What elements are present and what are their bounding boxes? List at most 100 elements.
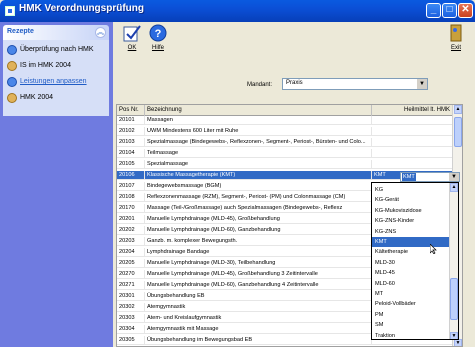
dropdown-option[interactable]: PM	[372, 310, 450, 320]
cell-pos: 20205	[117, 259, 145, 268]
cell-pos: 20102	[117, 127, 145, 136]
check-document-icon	[7, 45, 17, 55]
title-bar[interactable]: HMK Verordnungsprüfung _ □ ✕	[0, 0, 475, 22]
mouse-pointer-icon	[430, 244, 437, 254]
task-pane-title: Rezepte	[7, 28, 34, 35]
dropdown-option[interactable]: KG-ZNS	[372, 227, 450, 237]
cell-pos: 20305	[117, 336, 145, 345]
cell-heilmittel[interactable]	[372, 138, 454, 147]
cell-bezeichnung: Massage (Teil-/Großmassage) auch Spezial…	[145, 204, 372, 213]
table-row[interactable]: 20101 Massagen	[117, 116, 454, 125]
table-row[interactable]: 20105 Spezialmassage	[117, 160, 454, 169]
scroll-down-icon[interactable]: ▼	[454, 339, 462, 346]
dropdown-option[interactable]: Kältetherapie	[372, 247, 450, 257]
app-icon	[5, 6, 15, 16]
mandant-value: Praxis	[286, 80, 303, 86]
cell-heilmittel[interactable]	[372, 116, 454, 125]
heilmittel-combo[interactable]: KMT ▼	[400, 172, 460, 182]
cell-pos: 20103	[117, 138, 145, 147]
exit-button[interactable]: Exit	[445, 24, 467, 51]
collapse-chevron-icon[interactable]: ︽	[95, 27, 106, 38]
sidebar-item-ueberpruefung[interactable]: Überprüfung nach HMK	[7, 44, 107, 56]
toolbar: OK ? Hilfe Exit	[113, 22, 475, 60]
scroll-down-icon[interactable]: ▼	[450, 332, 458, 339]
dropdown-option[interactable]: MT	[372, 289, 450, 299]
cell-pos: 20271	[117, 281, 145, 290]
cell-heilmittel[interactable]	[372, 127, 454, 136]
help-button[interactable]: ? Hilfe	[147, 24, 169, 51]
cell-pos: 20204	[117, 248, 145, 257]
dropdown-option[interactable]: SM	[372, 320, 450, 330]
help-label: Hilfe	[151, 45, 164, 51]
exit-door-icon	[450, 24, 462, 42]
cell-heilmittel[interactable]	[372, 149, 454, 158]
sidebar-item-label: HMK 2004	[20, 94, 54, 101]
cell-bezeichnung: Atemgymnastik mit Massage	[145, 325, 372, 334]
minimize-button[interactable]: _	[426, 3, 441, 18]
close-button[interactable]: ✕	[458, 3, 473, 18]
cell-bezeichnung: Atemgymnastik	[145, 303, 372, 312]
cell-pos: 20304	[117, 325, 145, 334]
cell-pos: 20202	[117, 226, 145, 235]
table-row[interactable]: 20104 Teilmassage	[117, 149, 454, 158]
scroll-up-icon[interactable]: ▲	[450, 183, 458, 192]
cell-bezeichnung: Spezialmassage (Bindegewebs-, Reflexzone…	[145, 138, 372, 147]
cell-pos: 20106	[117, 171, 145, 180]
chevron-down-icon[interactable]: ▼	[448, 173, 459, 181]
heilmittel-dropdown-list[interactable]: Traktion SM PM Peloid-Vollbäder MT MLD-60 MLD-…	[371, 182, 459, 340]
grid-header: Pos Nr. Bezeichnung Heilmittel lt. HMK	[117, 105, 454, 116]
cell-pos: 20301	[117, 292, 145, 301]
cell-pos: 20105	[117, 160, 145, 169]
dropdown-option[interactable]: Peloid-Vollbäder	[372, 299, 450, 309]
table-row[interactable]: 20102 UWM Mindestens 600 Liter mit Ruhe	[117, 127, 454, 136]
dropdown-option[interactable]: KG	[372, 185, 450, 195]
dropdown-option[interactable]: KG-Mukoviszidose	[372, 206, 450, 216]
help-icon: ?	[149, 24, 167, 42]
table-row[interactable]: 20103 Spezialmassage (Bindegewebs-, Refle…	[117, 138, 454, 147]
dropdown-scrollbar[interactable]: ▲ ▼	[449, 183, 458, 339]
sidebar-item-label: Leistungen anpassen	[20, 78, 87, 85]
col-header-bezeichnung[interactable]: Bezeichnung	[145, 105, 372, 116]
col-header-heilmittel[interactable]: Heilmittel lt. HMK	[372, 105, 454, 116]
dropdown-option[interactable]: KG-Gerät	[372, 195, 450, 205]
dropdown-option[interactable]: KMT	[372, 237, 450, 247]
cell-bezeichnung: Ganzb. m. komplexer Bewegungsth.	[145, 237, 372, 246]
col-header-pos[interactable]: Pos Nr.	[117, 105, 145, 116]
cell-bezeichnung: Spezialmassage	[145, 160, 372, 169]
cell-pos: 20270	[117, 270, 145, 279]
cell-bezeichnung: Reflexzonenmassage (RZM), Segment-, Peri…	[145, 193, 372, 202]
sidebar-item-leistungen[interactable]: Leistungen anpassen	[7, 76, 107, 88]
task-pane-header[interactable]: Rezepte ︽	[3, 25, 109, 40]
ok-button[interactable]: OK	[121, 24, 143, 51]
app-window: HMK Verordnungsprüfung _ □ ✕ Rezepte ︽ Ü…	[0, 0, 475, 347]
cell-pos: 20107	[117, 182, 145, 191]
cell-bezeichnung: UWM Mindestens 600 Liter mit Ruhe	[145, 127, 372, 136]
sidebar: Rezepte ︽ Überprüfung nach HMK IS im HMK…	[0, 22, 113, 347]
cell-bezeichnung: Manuelle Lymphdrainage (MLD-30), Teilbeh…	[145, 259, 372, 268]
maximize-button[interactable]: □	[442, 3, 457, 18]
sidebar-item-label: Überprüfung nach HMK	[20, 46, 94, 53]
cell-bezeichnung: Manuelle Lymphdrainage (MLD-45), Großbeh…	[145, 270, 372, 279]
cell-pos: 20108	[117, 193, 145, 202]
cell-pos: 20201	[117, 215, 145, 224]
dropdown-option[interactable]: MLD-30	[372, 258, 450, 268]
cell-bezeichnung: Lymphdrainage Bandage	[145, 248, 372, 257]
dropdown-option[interactable]: MLD-45	[372, 268, 450, 278]
cell-bezeichnung: Klassische Massagetherapie (KMT)	[145, 171, 372, 180]
scroll-thumb[interactable]	[454, 117, 462, 147]
dropdown-option[interactable]: Traktion	[372, 331, 450, 339]
cell-heilmittel[interactable]	[372, 160, 454, 169]
sidebar-item-hmk-2004[interactable]: HMK 2004	[7, 92, 107, 104]
cell-pos: 20203	[117, 237, 145, 246]
edit-icon	[7, 77, 17, 87]
mandant-select[interactable]: Praxis ▼	[282, 78, 428, 90]
svg-text:?: ?	[155, 28, 162, 40]
combo-value: KMT	[402, 173, 416, 181]
chevron-down-icon[interactable]: ▼	[416, 79, 427, 89]
dropdown-option[interactable]: KG-ZNS-Kinder	[372, 216, 450, 226]
sidebar-item-is-hmk[interactable]: IS im HMK 2004	[7, 60, 107, 72]
dropdown-option[interactable]: MLD-60	[372, 279, 450, 289]
scroll-up-icon[interactable]: ▲	[454, 105, 462, 114]
scroll-thumb[interactable]	[450, 278, 458, 320]
cell-pos: 20101	[117, 116, 145, 125]
